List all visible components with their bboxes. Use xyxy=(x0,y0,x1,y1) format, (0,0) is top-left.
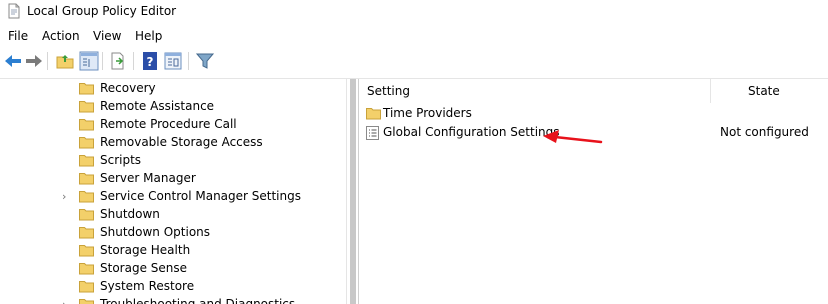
title-bar: Local Group Policy Editor xyxy=(0,0,828,22)
folder-icon xyxy=(79,280,94,293)
toolbar-separator xyxy=(102,52,103,70)
menu-view[interactable]: View xyxy=(93,29,121,43)
folder-icon xyxy=(79,262,94,275)
tree-item-label: Storage Health xyxy=(100,243,191,257)
tree-item[interactable]: Shutdown xyxy=(0,206,346,224)
tree-item-label: Scripts xyxy=(100,153,142,167)
tree-item-label: Remote Assistance xyxy=(100,99,215,113)
tree-item[interactable]: Shutdown Options xyxy=(0,224,346,242)
tree-item[interactable]: › Troubleshooting and Diagnostics xyxy=(0,296,346,304)
menu-bar: File Action View Help xyxy=(0,26,828,46)
tree-item[interactable]: System Restore xyxy=(0,278,346,296)
tree-item-label: System Restore xyxy=(100,279,195,293)
list-item-name: Time Providers xyxy=(383,106,472,120)
tree-item-label: Removable Storage Access xyxy=(100,135,263,149)
tree-item[interactable]: Recovery xyxy=(0,80,346,98)
up-folder-icon[interactable] xyxy=(55,51,75,71)
menu-help[interactable]: Help xyxy=(135,29,162,43)
folder-icon xyxy=(366,107,381,123)
menu-file[interactable]: File xyxy=(8,29,28,43)
column-header-setting-label: Setting xyxy=(367,84,410,98)
tree-item-label: Recovery xyxy=(100,81,156,95)
filter-icon[interactable] xyxy=(195,51,215,71)
tree-item-label: Storage Sense xyxy=(100,261,188,275)
show-hide-tree-icon[interactable] xyxy=(79,51,99,71)
help-icon[interactable]: ? xyxy=(140,51,160,71)
tree-pane[interactable]: Recovery Remote Assistance Remote Procedur… xyxy=(0,79,346,304)
tree-item-label: Server Manager xyxy=(100,171,196,185)
tree-item[interactable]: Remote Procedure Call xyxy=(0,116,346,134)
list-item-name: Global Configuration Settings xyxy=(383,125,560,139)
folder-icon xyxy=(79,208,94,221)
folder-icon xyxy=(79,298,94,304)
list-row-time-providers[interactable]: Time Providers xyxy=(359,104,828,123)
folder-icon xyxy=(79,118,94,131)
folder-icon xyxy=(79,136,94,149)
settings-list-pane: Setting State Time Providers Global Conf… xyxy=(359,79,828,304)
tree-item[interactable]: Storage Health xyxy=(0,242,346,260)
list-item-state: Not configured xyxy=(720,125,809,139)
tree-item-label: Shutdown Options xyxy=(100,225,211,239)
tree-item[interactable]: Remote Assistance xyxy=(0,98,346,116)
folder-icon xyxy=(79,154,94,167)
folder-icon xyxy=(79,172,94,185)
policy-setting-icon xyxy=(366,126,379,143)
tree-item-label: Remote Procedure Call xyxy=(100,117,237,131)
tree-item[interactable]: Storage Sense xyxy=(0,260,346,278)
folder-icon xyxy=(79,226,94,239)
tree-item-label: Shutdown xyxy=(100,207,160,221)
properties-icon[interactable] xyxy=(163,51,183,71)
toolbar: ? xyxy=(0,49,828,75)
tree-item-label: Service Control Manager Settings xyxy=(100,189,301,203)
column-header-state[interactable]: State xyxy=(711,79,828,103)
column-header-setting[interactable]: Setting xyxy=(359,79,710,103)
scrollbar-thumb[interactable] xyxy=(350,79,356,304)
tree-item[interactable]: Scripts xyxy=(0,152,346,170)
export-list-icon[interactable] xyxy=(108,51,128,71)
toolbar-separator xyxy=(47,52,48,70)
red-annotation-arrow-icon xyxy=(543,130,603,144)
toolbar-separator xyxy=(188,52,189,70)
window-title: Local Group Policy Editor xyxy=(27,4,177,18)
tree-item[interactable]: › Service Control Manager Settings xyxy=(0,188,346,206)
folder-icon xyxy=(79,190,94,203)
menu-action[interactable]: Action xyxy=(42,29,80,43)
folder-icon xyxy=(79,100,94,113)
chevron-right-icon[interactable]: › xyxy=(62,190,66,203)
column-header-state-label: State xyxy=(748,84,780,98)
tree-item[interactable]: Removable Storage Access xyxy=(0,134,346,152)
chevron-right-icon[interactable]: › xyxy=(62,298,66,304)
tree-item[interactable]: Server Manager xyxy=(0,170,346,188)
toolbar-separator xyxy=(133,52,134,70)
svg-text:?: ? xyxy=(147,55,154,69)
tree-item-label: Troubleshooting and Diagnostics xyxy=(100,297,296,304)
group-policy-app-icon xyxy=(7,3,21,22)
forward-icon[interactable] xyxy=(24,51,44,71)
back-icon[interactable] xyxy=(3,51,23,71)
folder-icon xyxy=(79,244,94,257)
folder-icon xyxy=(79,82,94,95)
